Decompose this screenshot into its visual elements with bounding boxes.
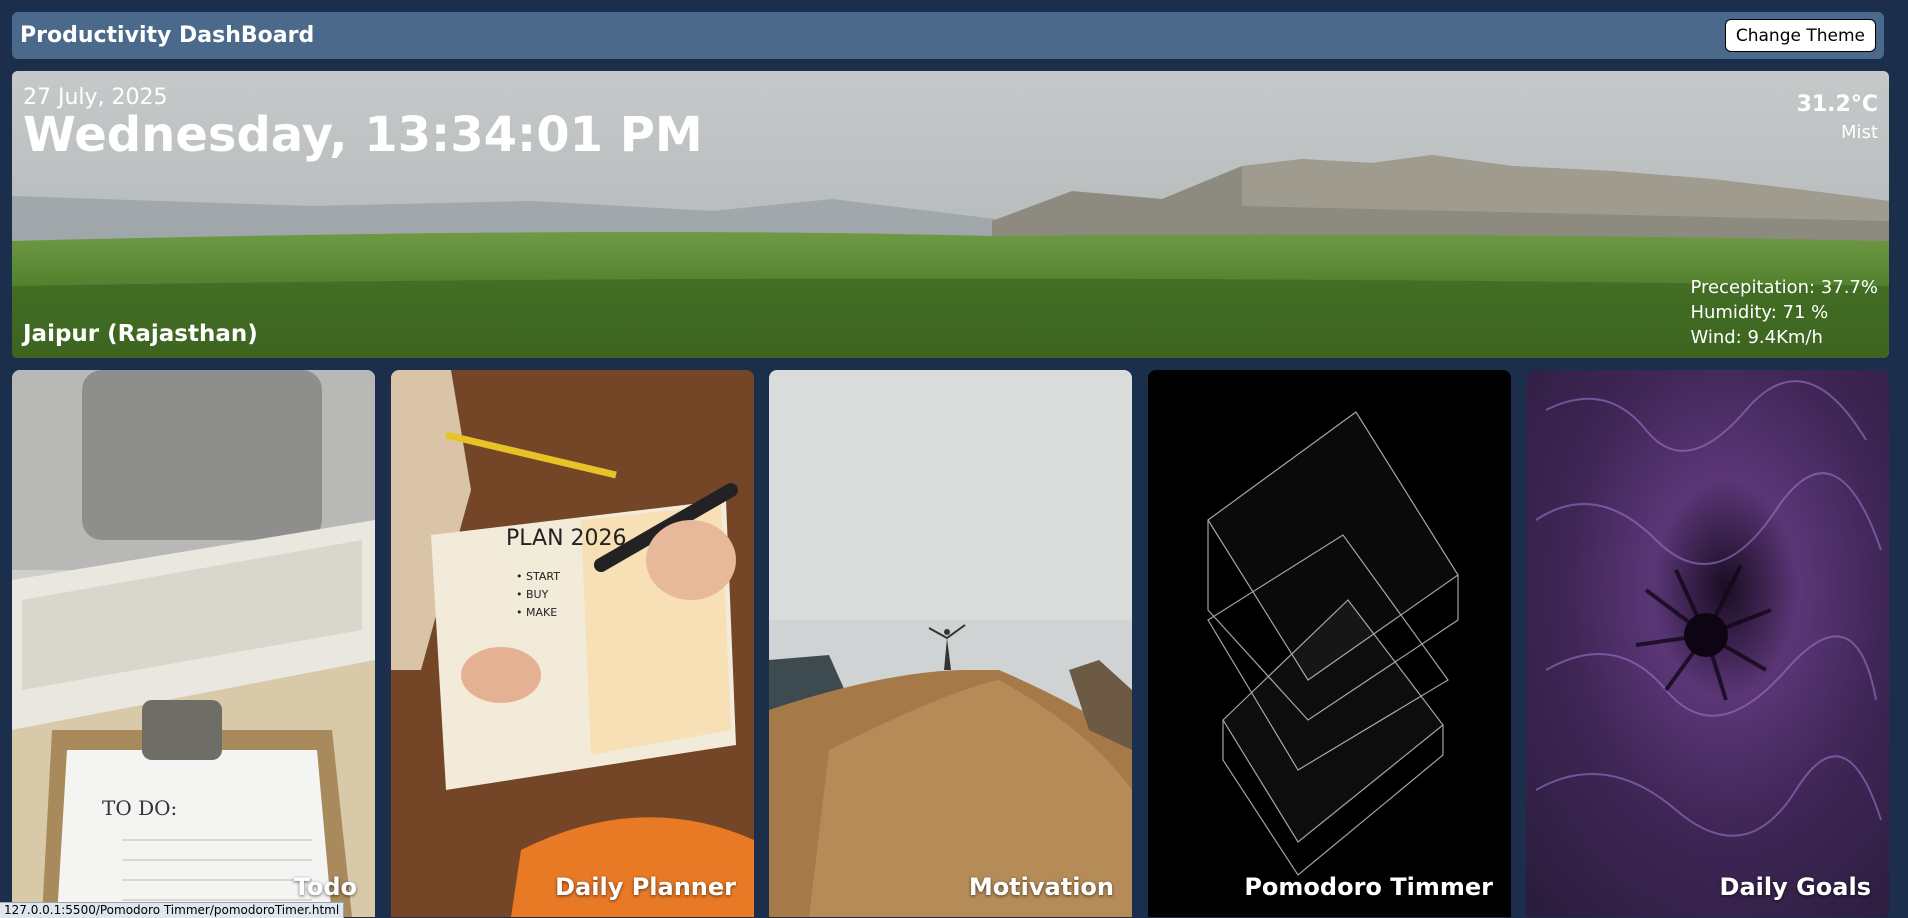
change-theme-button[interactable]: Change Theme (1724, 19, 1876, 52)
svg-text:TO DO:: TO DO: (102, 796, 177, 820)
location-text: Jaipur (Rajasthan) (23, 321, 258, 347)
todo-clipboard-image: TO DO: (12, 370, 375, 917)
card-todo[interactable]: TO DO: Todo (12, 370, 375, 917)
card-daily-planner[interactable]: PLAN 2026 • START • BUY • MAKE Daily Pla… (391, 370, 754, 917)
card-label-daily-goals: Daily Goals (1719, 873, 1871, 901)
card-label-pomodoro-timer: Pomodoro Timmer (1244, 873, 1493, 901)
temperature-text: 31.2°C (1796, 92, 1878, 117)
weather-condition-text: Mist (1841, 122, 1878, 143)
svg-text:PLAN 2026: PLAN 2026 (506, 526, 627, 551)
wind-text: Wind: 9.4Km/h (1690, 327, 1823, 348)
mountain-summit-image (769, 370, 1132, 917)
card-motivation[interactable]: Motivation (769, 370, 1132, 917)
card-label-todo: Todo (293, 873, 357, 901)
purple-fractal-image (1526, 370, 1889, 917)
status-bar-url: 127.0.0.1:5500/Pomodoro Timmer/pomodoroT… (0, 902, 345, 918)
weather-stats: Precepitation: 37.7% Humidity: 71 % Wind… (1690, 275, 1878, 350)
svg-text:• BUY: • BUY (516, 588, 549, 601)
humidity-text: Humidity: 71 % (1690, 302, 1829, 323)
weather-hero-panel: 27 July, 2025 Wednesday, 13:34:01 PM 31.… (12, 71, 1889, 358)
abstract-cubes-image (1148, 370, 1511, 917)
card-label-daily-planner: Daily Planner (555, 873, 736, 901)
day-time-text: Wednesday, 13:34:01 PM (23, 107, 703, 163)
app-title: Productivity DashBoard (20, 23, 315, 48)
precipitation-text: Precepitation: 37.7% (1690, 277, 1878, 298)
card-daily-goals[interactable]: Daily Goals (1526, 370, 1889, 917)
svg-text:• MAKE: • MAKE (516, 606, 557, 619)
card-label-motivation: Motivation (968, 873, 1114, 901)
planner-notebook-image: PLAN 2026 • START • BUY • MAKE (391, 370, 754, 917)
card-pomodoro-timer[interactable]: Pomodoro Timmer (1148, 370, 1511, 917)
svg-text:• START: • START (516, 570, 560, 583)
top-bar: Productivity DashBoard Change Theme (12, 12, 1884, 59)
